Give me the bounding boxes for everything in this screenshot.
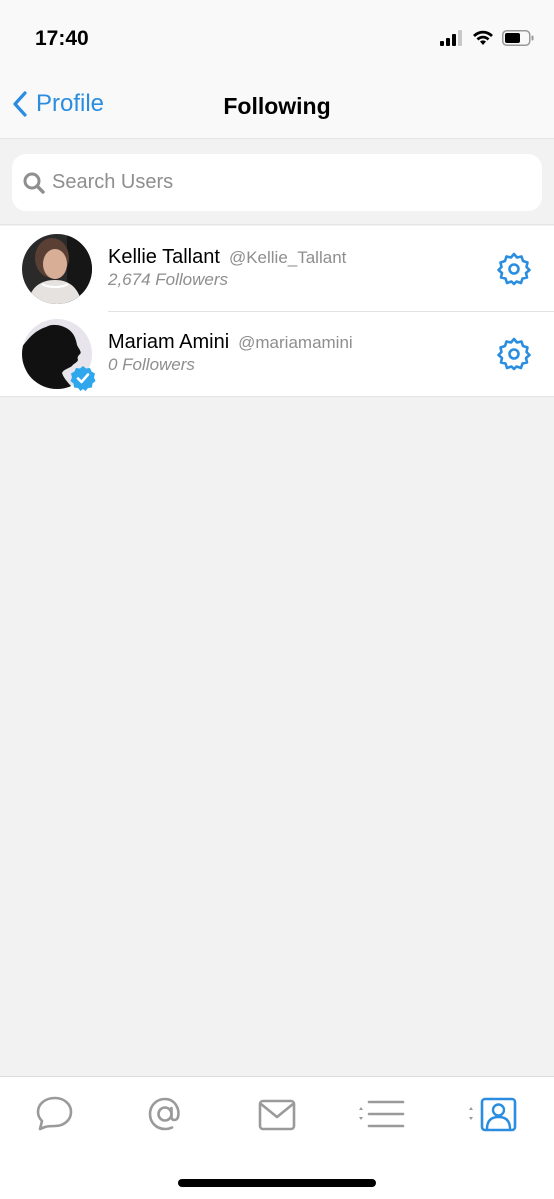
avatar [22,319,96,391]
search-input[interactable] [52,171,502,194]
search-icon [23,172,45,194]
status-time: 17:40 [35,27,89,50]
list-icon[interactable] [356,1093,406,1137]
gear-icon[interactable] [496,251,532,287]
envelope-icon[interactable] [255,1093,299,1137]
status-bar: 17:40 [0,0,554,80]
home-indicator[interactable] [178,1179,376,1187]
user-handle: @Kellie_Tallant [228,248,347,267]
user-row[interactable]: Kellie Tallant @Kellie_Tallant 2,674 Fol… [0,226,554,311]
avatar-photo [22,234,92,304]
avatar [22,234,92,304]
status-icons [440,30,534,46]
speech-bubble-icon[interactable] [33,1093,77,1137]
signal-icon [440,30,462,46]
battery-icon [502,30,534,46]
follower-count: 2,674 Followers [108,270,229,289]
following-list: Kellie Tallant @Kellie_Tallant 2,674 Fol… [0,226,554,397]
user-info: Kellie Tallant @Kellie_Tallant 2,674 Fol… [108,246,346,290]
user-name: Mariam Amini [108,331,230,353]
page-title: Following [223,93,331,119]
follower-count: 0 Followers [108,355,195,374]
verified-badge-icon [70,366,96,391]
search-section [0,140,554,225]
gear-icon[interactable] [496,336,532,372]
profile-icon[interactable] [466,1093,518,1137]
navigation-bar: Profile Following [0,80,554,139]
user-row[interactable]: Mariam Amini @mariamamini 0 Followers [0,311,554,396]
wifi-icon [473,30,493,45]
user-info: Mariam Amini @mariamamini 0 Followers [108,331,353,375]
user-name: Kellie Tallant [108,246,220,268]
user-handle: @mariamamini [238,333,353,352]
at-sign-icon[interactable] [143,1093,187,1137]
search-bar[interactable] [12,154,542,211]
